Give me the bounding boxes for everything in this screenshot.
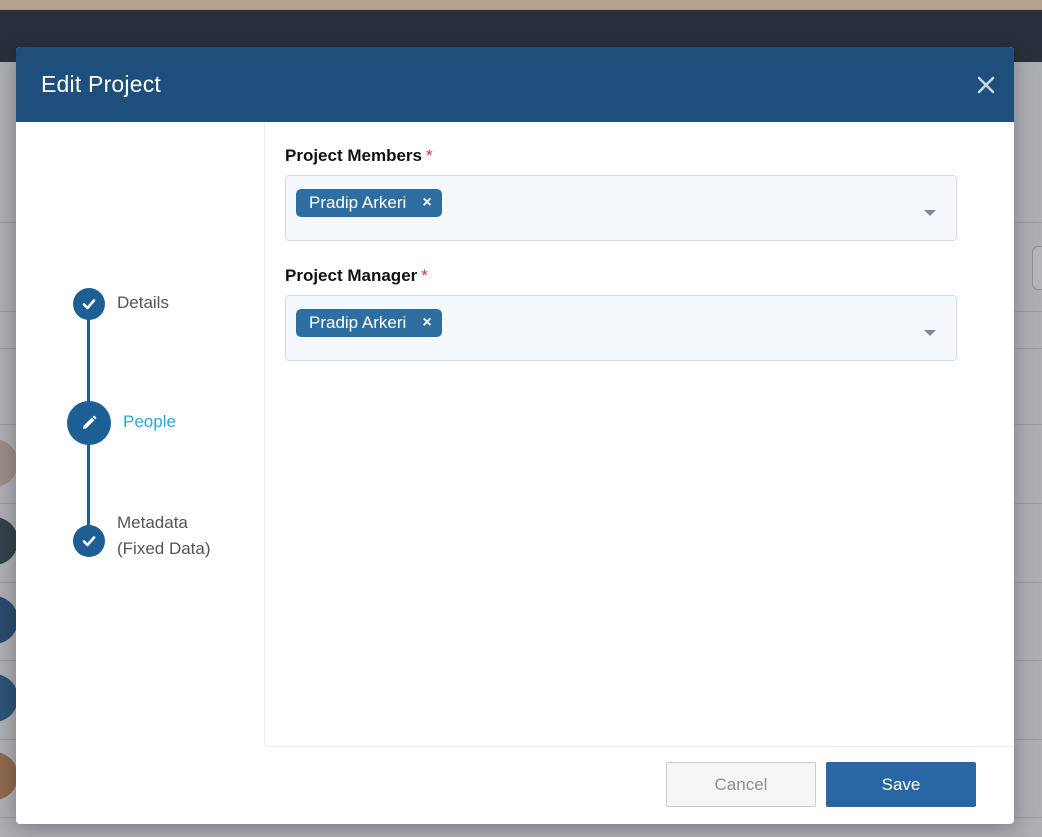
step-metadata[interactable]: Metadata (Fixed Data): [73, 513, 211, 562]
field-label: Project Members *: [285, 146, 433, 165]
step-label: Details: [117, 293, 169, 312]
project-members-select[interactable]: Pradip Arkeri ×: [285, 175, 957, 241]
chevron-down-icon[interactable]: [924, 210, 936, 216]
step-people[interactable]: People: [67, 401, 176, 445]
project-manager-field: Project Manager * Pradip Arkeri ×: [285, 266, 994, 361]
wizard-stepper: Details People Metadata (Fixed Data): [16, 122, 265, 746]
people-form: Project Members * Pradip Arkeri × Project…: [265, 122, 1014, 746]
project-members-field: Project Members * Pradip Arkeri ×: [285, 146, 994, 241]
remove-tag-icon[interactable]: ×: [422, 314, 431, 332]
edit-project-dialog: Edit Project Details People Metadata (Fi…: [16, 47, 1014, 824]
check-icon: [73, 288, 105, 320]
tag-label: Pradip Arkeri: [309, 313, 407, 332]
step-label: People: [123, 412, 176, 431]
selected-manager-tag: Pradip Arkeri ×: [296, 309, 442, 337]
cancel-button[interactable]: Cancel: [666, 762, 816, 807]
required-marker: *: [426, 146, 433, 165]
project-manager-select[interactable]: Pradip Arkeri ×: [285, 295, 957, 361]
chevron-down-icon[interactable]: [924, 330, 936, 336]
tag-label: Pradip Arkeri: [309, 193, 407, 212]
required-marker: *: [421, 266, 428, 285]
modal-title: Edit Project: [41, 71, 162, 97]
remove-tag-icon[interactable]: ×: [422, 194, 431, 212]
step-details[interactable]: Details: [73, 288, 169, 320]
modal-header: Edit Project: [16, 47, 1014, 122]
close-button[interactable]: [974, 73, 998, 97]
check-icon: [73, 525, 105, 557]
field-label: Project Manager *: [285, 266, 428, 285]
save-button[interactable]: Save: [826, 762, 976, 807]
modal-footer: Cancel Save: [265, 746, 1014, 824]
close-icon: [977, 76, 995, 94]
modal-body: Details People Metadata (Fixed Data) Pro…: [16, 122, 1014, 746]
pencil-icon: [67, 401, 111, 445]
selected-member-tag: Pradip Arkeri ×: [296, 189, 442, 217]
step-label: Metadata: [117, 513, 188, 532]
step-label: (Fixed Data): [117, 539, 211, 558]
